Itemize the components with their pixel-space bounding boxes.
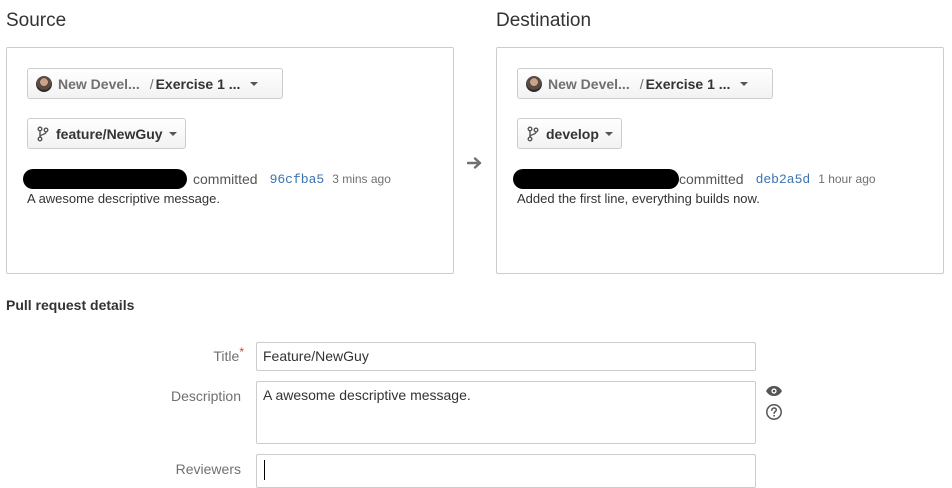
- chevron-down-icon: [740, 81, 749, 86]
- project-avatar: [36, 75, 52, 92]
- source-commit-time: 3 mins ago: [332, 172, 391, 186]
- source-commit-hash-link[interactable]: 96cfba5: [270, 172, 325, 187]
- branch-icon: [526, 126, 540, 142]
- details-heading: Pull request details: [6, 297, 135, 313]
- path-separator: /: [639, 75, 644, 92]
- path-separator: /: [149, 75, 154, 92]
- destination-commit-message: Added the first line, everything builds …: [517, 191, 760, 206]
- source-branch-selector[interactable]: feature/NewGuy: [27, 118, 186, 149]
- source-project-name: New Devel...: [58, 75, 140, 92]
- question-circle-icon[interactable]: [764, 403, 784, 421]
- reviewers-label: Reviewers: [175, 461, 241, 477]
- arrow-right-icon: [466, 154, 484, 172]
- source-commit-message: A awesome descriptive message.: [27, 191, 220, 206]
- description-label: Description: [170, 388, 241, 404]
- source-branch-name: feature/NewGuy: [56, 125, 163, 142]
- chevron-down-icon: [250, 81, 259, 86]
- title-label-wrap: Title*: [124, 345, 244, 364]
- chevron-down-icon: [604, 131, 613, 136]
- destination-commit-hash-link[interactable]: deb2a5d: [756, 172, 811, 187]
- destination-commit-time: 1 hour ago: [818, 172, 876, 186]
- redacted-author: [23, 169, 187, 189]
- eye-icon[interactable]: [764, 382, 784, 400]
- branch-icon: [36, 126, 50, 142]
- redacted-author: [513, 169, 679, 189]
- source-panel: New Devel... / Exercise 1 ... feature/Ne…: [6, 47, 454, 274]
- destination-panel: New Devel... / Exercise 1 ... develop co…: [496, 47, 944, 274]
- destination-heading: Destination: [496, 10, 592, 31]
- source-heading: Source: [6, 10, 67, 31]
- destination-commit-info: committed deb2a5d 1 hour ago: [513, 169, 876, 189]
- text-cursor: [264, 460, 265, 480]
- destination-branch-name: develop: [546, 125, 599, 142]
- destination-repository-selector[interactable]: New Devel... / Exercise 1 ...: [517, 68, 773, 99]
- source-repository-name: Exercise 1 ...: [155, 75, 241, 92]
- title-input[interactable]: Feature/NewGuy: [256, 342, 756, 371]
- description-textarea[interactable]: A awesome descriptive message.: [256, 381, 756, 444]
- chevron-down-icon: [168, 131, 177, 136]
- destination-repository-name: Exercise 1 ...: [645, 75, 731, 92]
- committed-label: committed: [679, 171, 744, 187]
- source-repository-selector[interactable]: New Devel... / Exercise 1 ...: [27, 68, 283, 99]
- committed-label: committed: [193, 171, 258, 187]
- source-commit-info: committed 96cfba5 3 mins ago: [23, 169, 391, 189]
- destination-branch-selector[interactable]: develop: [517, 118, 622, 149]
- destination-project-name: New Devel...: [548, 75, 630, 92]
- required-marker: *: [239, 345, 244, 359]
- title-label: Title: [213, 348, 240, 364]
- project-avatar: [526, 75, 542, 92]
